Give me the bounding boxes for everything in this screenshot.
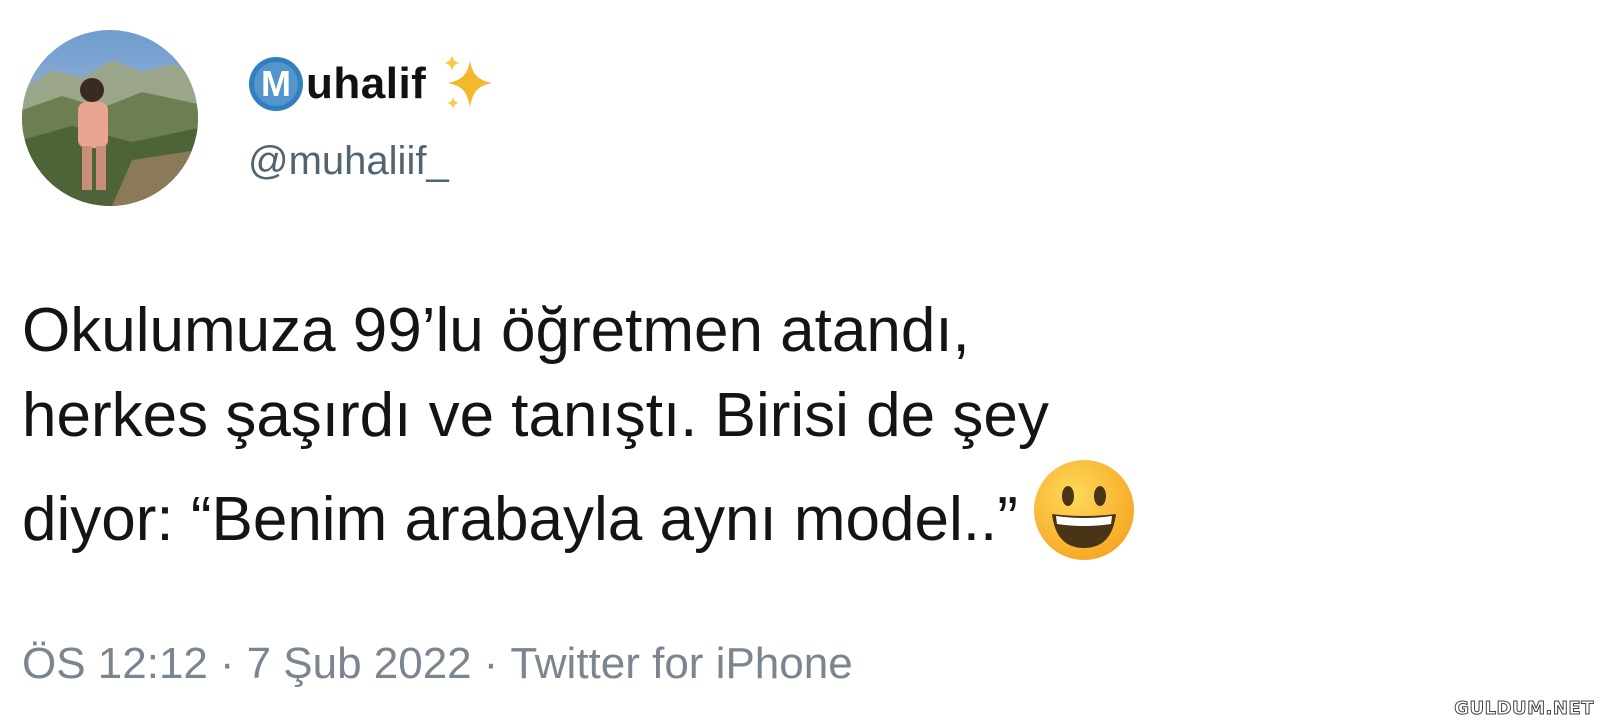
tweet-text-line-last: diyor: “Benim arabayla aynı model..” [22, 458, 1582, 562]
tweet-text-line: herkes şaşırdı ve tanıştı. Birisi de şey [22, 381, 1049, 450]
author-display-name[interactable]: uhalif [306, 56, 426, 112]
tweet-text-line: Okulumuza 99’lu öğretmen atandı, [22, 296, 970, 365]
muhalif-logo-icon: M [249, 57, 303, 111]
logo-letter: M [261, 63, 291, 104]
site-watermark: GULDUM.NET [1454, 698, 1594, 720]
tweet-time[interactable]: ÖS 12:12 [22, 639, 208, 688]
sparkles-icon [444, 55, 493, 109]
tweet-text: Okulumuza 99’lu öğretmen atandı, herkes … [22, 288, 1582, 562]
tweet-card: M uhalif @muhaliif_ Okulumuza 99’lu öğre… [0, 0, 1600, 723]
meta-separator: · [483, 639, 499, 688]
author-name-row[interactable]: M uhalif [248, 52, 502, 116]
tweet-text-line: diyor: “Benim arabayla aynı model..” [22, 485, 1018, 554]
author-handle[interactable]: @muhaliif_ [248, 136, 449, 186]
avatar[interactable] [22, 30, 198, 206]
tweet-meta: ÖS 12:12 · 7 Şub 2022 · Twitter for iPhone [22, 636, 853, 692]
meta-separator: · [219, 639, 235, 688]
grinning-face-icon [1033, 460, 1134, 560]
tweet-source[interactable]: Twitter for iPhone [510, 639, 852, 688]
tweet-date[interactable]: 7 Şub 2022 [247, 639, 472, 688]
